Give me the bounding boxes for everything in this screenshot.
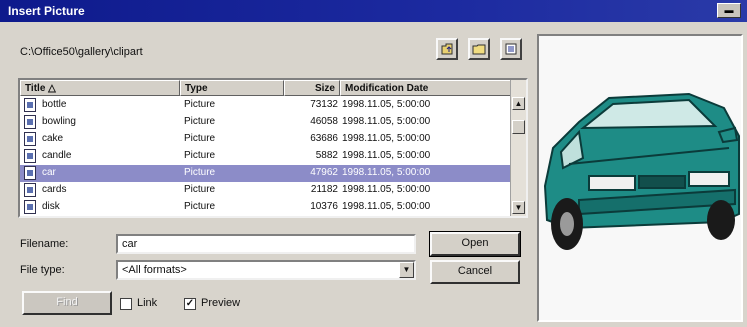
file-list[interactable]: Title △ Type Size Modification Date bott…: [18, 78, 528, 218]
column-size[interactable]: Size: [284, 80, 340, 96]
arrow-up-icon: ▲: [514, 99, 523, 108]
preview-checkbox[interactable]: ✓: [184, 298, 196, 310]
picture-preview: [537, 34, 743, 322]
arrow-down-icon: ▼: [514, 203, 523, 212]
picture-file-icon: [24, 149, 36, 163]
cancel-button[interactable]: Cancel: [430, 260, 520, 284]
new-folder-button[interactable]: [468, 38, 490, 60]
link-checkbox[interactable]: [120, 298, 132, 310]
picture-file-icon: [24, 183, 36, 197]
filetype-label: File type:: [20, 264, 65, 276]
list-item[interactable]: bottle Picture 73132 1998.11.05, 5:00:00: [20, 97, 512, 114]
list-item[interactable]: disk Picture 10376 1998.11.05, 5:00:00: [20, 199, 512, 216]
list-item[interactable]: bowling Picture 46058 1998.11.05, 5:00:0…: [20, 114, 512, 131]
scroll-down-button[interactable]: ▼: [512, 201, 525, 214]
picture-file-icon: [24, 166, 36, 180]
column-type[interactable]: Type: [180, 80, 284, 96]
folder-icon: [472, 44, 486, 55]
link-label: Link: [137, 297, 158, 309]
list-item[interactable]: cake Picture 63686 1998.11.05, 5:00:00: [20, 131, 512, 148]
up-folder-icon: [441, 43, 453, 55]
filename-input[interactable]: car: [116, 234, 416, 254]
column-date[interactable]: Modification Date: [340, 80, 512, 96]
picture-file-icon: [24, 98, 36, 112]
scroll-thumb[interactable]: [512, 120, 525, 134]
current-path: C:\Office50\gallery\clipart: [20, 46, 143, 58]
scroll-up-button[interactable]: ▲: [512, 97, 525, 110]
list-header: Title △ Type Size Modification Date: [20, 80, 512, 96]
open-button[interactable]: Open: [429, 231, 521, 257]
window-title: Insert Picture: [8, 4, 85, 18]
filename-label: Filename:: [20, 238, 69, 250]
list-item[interactable]: cards Picture 21182 1998.11.05, 5:00:00: [20, 182, 512, 199]
picture-file-icon: [24, 132, 36, 146]
list-item[interactable]: candle Picture 5882 1998.11.05, 5:00:00: [20, 148, 512, 165]
column-title[interactable]: Title △: [20, 80, 180, 96]
vertical-scrollbar[interactable]: ▲ ▼: [510, 80, 526, 216]
filetype-select[interactable]: <All formats> ▼: [116, 260, 416, 280]
find-button[interactable]: Find: [22, 291, 112, 315]
checkmark-icon: ✓: [185, 298, 195, 309]
chevron-down-icon: ▼: [402, 265, 411, 274]
list-item-selected[interactable]: car Picture 47962 1998.11.05, 5:00:00: [20, 165, 512, 182]
window-control-button[interactable]: ▬: [717, 3, 741, 18]
picture-file-icon: [24, 200, 36, 214]
preview-label: Preview: [201, 297, 241, 309]
view-icon: [505, 43, 517, 55]
picture-file-icon: [24, 115, 36, 129]
view-options-button[interactable]: [500, 38, 522, 60]
title-bar: Insert Picture ▬: [0, 0, 747, 22]
filetype-value: <All formats>: [122, 264, 187, 276]
sort-arrow-icon: △: [48, 83, 56, 94]
dropdown-arrow-button[interactable]: ▼: [399, 262, 414, 278]
car-preview-image: [543, 92, 740, 250]
up-folder-button[interactable]: [436, 38, 458, 60]
